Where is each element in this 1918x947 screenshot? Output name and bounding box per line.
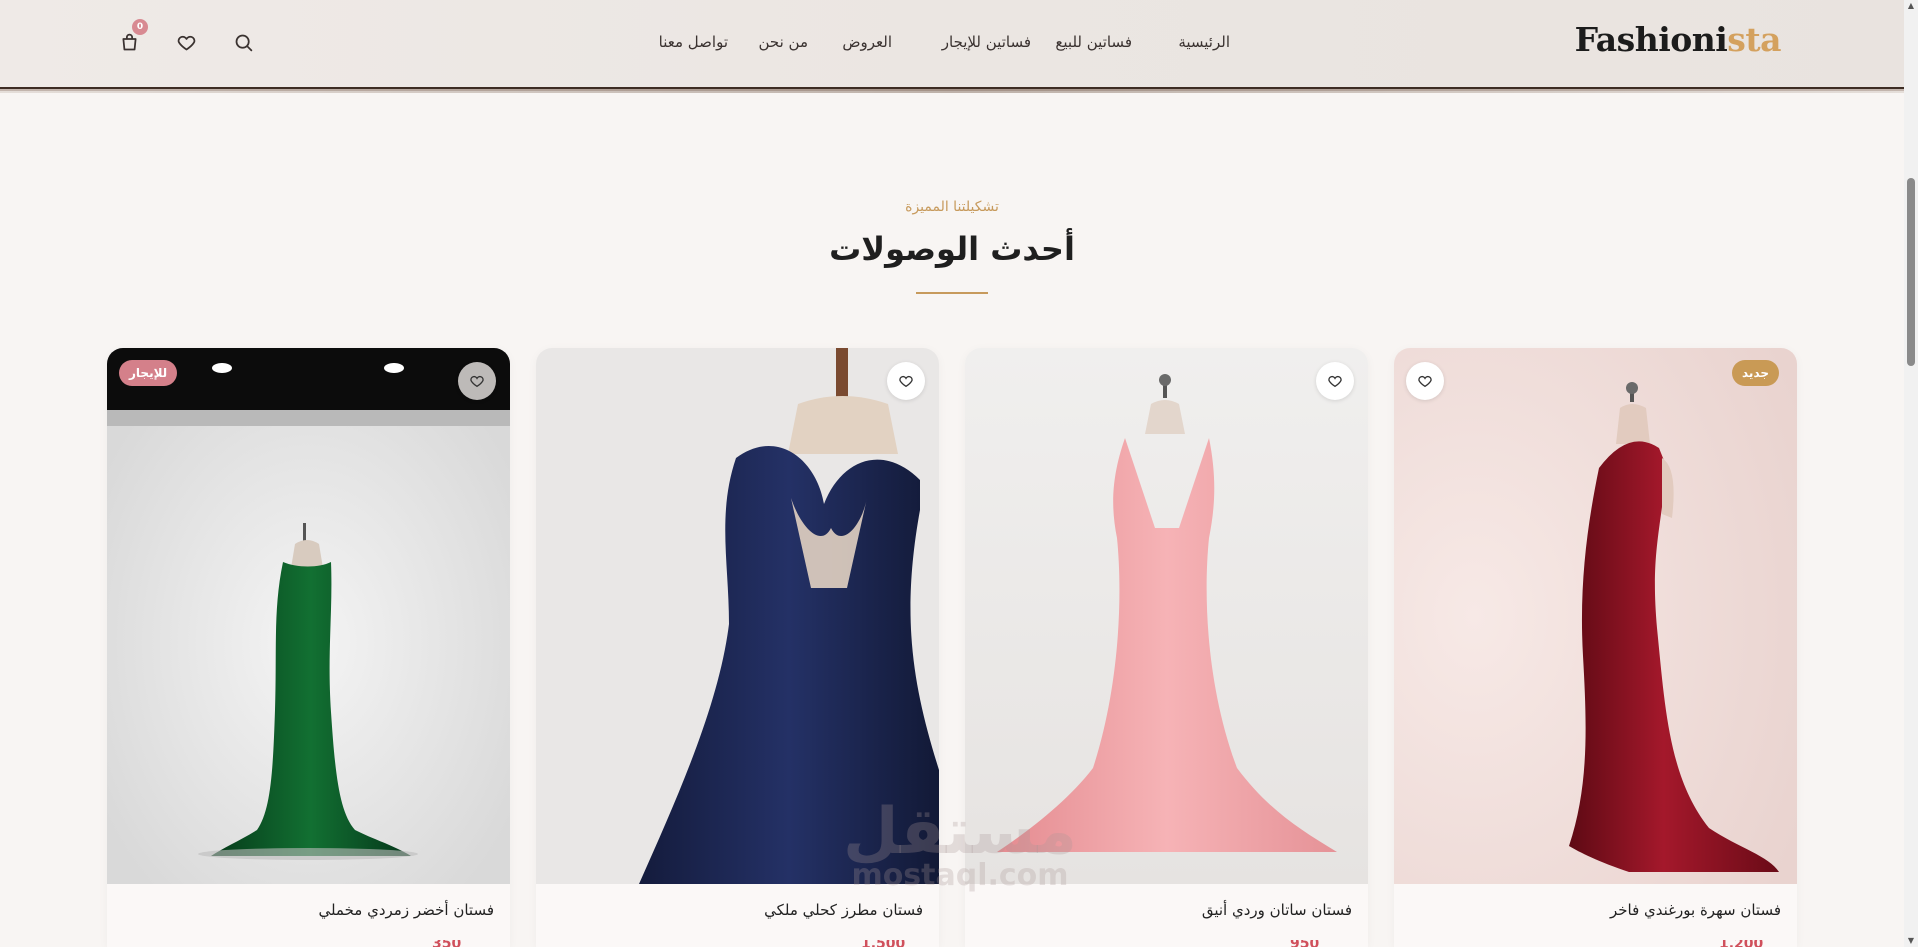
wishlist-button[interactable]: [174, 30, 198, 54]
scroll-thumb[interactable]: [1907, 178, 1915, 366]
heart-icon: [177, 35, 195, 50]
heart-icon: [470, 375, 484, 388]
site-header: Fashionista الرئيسية فساتين للبيع فساتين…: [0, 0, 1904, 89]
search-button[interactable]: [231, 30, 255, 54]
nav-contact[interactable]: تواصل معنا: [659, 33, 728, 51]
product-price: 950: [1290, 940, 1334, 947]
section-eyebrow: تشكيلتنا المميزة: [905, 199, 999, 215]
logo-accent: sta: [1727, 20, 1781, 59]
product-card[interactable]: فستان مطرز كحلي ملكي 1,500: [536, 348, 939, 947]
product-name[interactable]: فستان سهرة بورغندي فاخر: [1610, 901, 1781, 919]
nav-offers[interactable]: العروض: [842, 33, 892, 51]
nav-home[interactable]: الرئيسية: [1178, 33, 1230, 51]
new-badge: جديد: [1732, 360, 1780, 386]
product-card[interactable]: للإيجار فستان أخضر زمردي مخملي 350: [107, 348, 510, 947]
cart-button[interactable]: 0: [117, 19, 148, 54]
nav-for-rent[interactable]: فساتين للإيجار: [942, 33, 1031, 51]
favorite-button[interactable]: [887, 362, 925, 400]
logo-main: Fashioni: [1574, 20, 1728, 59]
header-divider: [0, 89, 1904, 93]
product-card[interactable]: فستان ساتان وردي أنيق 950: [965, 348, 1368, 947]
product-name[interactable]: فستان أخضر زمردي مخملي: [318, 901, 494, 919]
nav-about[interactable]: من نحن: [759, 33, 809, 51]
section-title: أحدث الوصولات: [829, 230, 1075, 268]
heart-icon: [1418, 375, 1432, 388]
scroll-down-arrow[interactable]: ▼: [1907, 937, 1915, 945]
product-image[interactable]: [536, 348, 939, 884]
favorite-button[interactable]: [458, 362, 496, 400]
product-price: 1,500: [861, 940, 905, 947]
shopping-bag-icon: [122, 33, 136, 50]
rent-badge: للإيجار: [119, 360, 178, 386]
favorite-button[interactable]: [1316, 362, 1354, 400]
nav-for-sale[interactable]: فساتين للبيع: [1055, 33, 1132, 51]
scroll-up-arrow[interactable]: ▲: [1907, 2, 1915, 10]
favorite-button[interactable]: [1406, 362, 1444, 400]
page-scrollbar[interactable]: ▲ ▼: [1904, 0, 1918, 947]
product-image[interactable]: [1394, 348, 1797, 884]
product-name[interactable]: فستان مطرز كحلي ملكي: [764, 901, 923, 919]
product-name[interactable]: فستان ساتان وردي أنيق: [1202, 901, 1352, 919]
product-price: 350: [432, 940, 476, 947]
product-image[interactable]: [107, 348, 510, 884]
title-underline: [916, 292, 988, 294]
search-icon: [235, 34, 252, 51]
logo[interactable]: Fashionista: [1574, 20, 1782, 59]
product-price: 1,200: [1719, 940, 1763, 947]
heart-icon: [899, 375, 913, 388]
heart-icon: [1328, 375, 1342, 388]
cart-count-badge: 0: [132, 19, 148, 35]
product-card[interactable]: جديد فستان سهرة بورغندي فاخر 1,200: [1394, 348, 1797, 947]
product-image[interactable]: [965, 348, 1368, 884]
